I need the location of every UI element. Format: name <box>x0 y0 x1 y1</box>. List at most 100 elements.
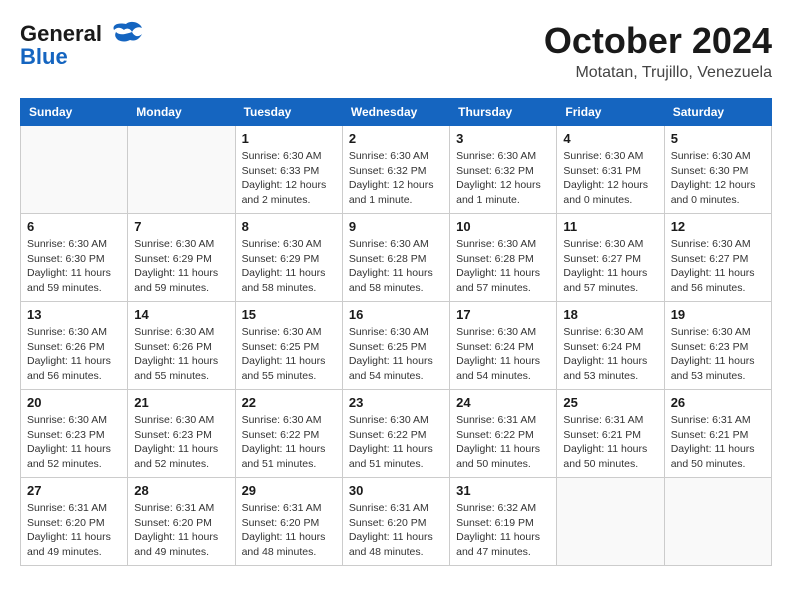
page-header: General Blue October 2024 Motatan, Truji… <box>20 20 772 82</box>
day-number: 3 <box>456 131 550 146</box>
day-info: Sunrise: 6:30 AM Sunset: 6:23 PM Dayligh… <box>27 413 121 472</box>
week-row-4: 20 Sunrise: 6:30 AM Sunset: 6:23 PM Dayli… <box>21 390 772 478</box>
weekday-header-saturday: Saturday <box>664 99 771 126</box>
logo-bird-icon <box>108 20 144 48</box>
calendar-cell: 6 Sunrise: 6:30 AM Sunset: 6:30 PM Daylig… <box>21 214 128 302</box>
day-info: Sunrise: 6:30 AM Sunset: 6:26 PM Dayligh… <box>27 325 121 384</box>
month-title: October 2024 <box>544 20 772 62</box>
weekday-header-tuesday: Tuesday <box>235 99 342 126</box>
calendar-cell: 25 Sunrise: 6:31 AM Sunset: 6:21 PM Dayli… <box>557 390 664 478</box>
calendar-cell: 16 Sunrise: 6:30 AM Sunset: 6:25 PM Dayli… <box>342 302 449 390</box>
day-info: Sunrise: 6:30 AM Sunset: 6:33 PM Dayligh… <box>242 149 336 208</box>
week-row-2: 6 Sunrise: 6:30 AM Sunset: 6:30 PM Daylig… <box>21 214 772 302</box>
day-number: 26 <box>671 395 765 410</box>
week-row-5: 27 Sunrise: 6:31 AM Sunset: 6:20 PM Dayli… <box>21 478 772 566</box>
day-number: 12 <box>671 219 765 234</box>
calendar-cell: 24 Sunrise: 6:31 AM Sunset: 6:22 PM Dayli… <box>450 390 557 478</box>
day-number: 29 <box>242 483 336 498</box>
day-number: 9 <box>349 219 443 234</box>
logo: General Blue <box>20 20 144 70</box>
weekday-header-sunday: Sunday <box>21 99 128 126</box>
calendar-cell: 8Sunrise: 6:30 AM Sunset: 6:29 PM Daylig… <box>235 214 342 302</box>
day-info: Sunrise: 6:31 AM Sunset: 6:20 PM Dayligh… <box>134 501 228 560</box>
calendar-cell: 28 Sunrise: 6:31 AM Sunset: 6:20 PM Dayli… <box>128 478 235 566</box>
calendar-cell: 27 Sunrise: 6:31 AM Sunset: 6:20 PM Dayli… <box>21 478 128 566</box>
day-info: Sunrise: 6:30 AM Sunset: 6:22 PM Dayligh… <box>242 413 336 472</box>
day-number: 1 <box>242 131 336 146</box>
day-info: Sunrise: 6:30 AM Sunset: 6:29 PM Dayligh… <box>242 237 336 296</box>
weekday-header-thursday: Thursday <box>450 99 557 126</box>
weekday-header-row: SundayMondayTuesdayWednesdayThursdayFrid… <box>21 99 772 126</box>
calendar-cell: 22 Sunrise: 6:30 AM Sunset: 6:22 PM Dayli… <box>235 390 342 478</box>
day-info: Sunrise: 6:30 AM Sunset: 6:30 PM Dayligh… <box>27 237 121 296</box>
calendar-table: SundayMondayTuesdayWednesdayThursdayFrid… <box>20 98 772 566</box>
week-row-1: 1 Sunrise: 6:30 AM Sunset: 6:33 PM Daylig… <box>21 126 772 214</box>
day-info: Sunrise: 6:30 AM Sunset: 6:32 PM Dayligh… <box>456 149 550 208</box>
calendar-cell: 15 Sunrise: 6:30 AM Sunset: 6:25 PM Dayli… <box>235 302 342 390</box>
day-info: Sunrise: 6:31 AM Sunset: 6:20 PM Dayligh… <box>349 501 443 560</box>
day-number: 10 <box>456 219 550 234</box>
day-info: Sunrise: 6:30 AM Sunset: 6:26 PM Dayligh… <box>134 325 228 384</box>
day-info: Sunrise: 6:30 AM Sunset: 6:28 PM Dayligh… <box>456 237 550 296</box>
day-number: 27 <box>27 483 121 498</box>
day-number: 4 <box>563 131 657 146</box>
day-number: 14 <box>134 307 228 322</box>
day-number: 31 <box>456 483 550 498</box>
day-number: 19 <box>671 307 765 322</box>
day-info: Sunrise: 6:30 AM Sunset: 6:29 PM Dayligh… <box>134 237 228 296</box>
day-info: Sunrise: 6:30 AM Sunset: 6:28 PM Dayligh… <box>349 237 443 296</box>
day-number: 2 <box>349 131 443 146</box>
day-number: 16 <box>349 307 443 322</box>
day-number: 23 <box>349 395 443 410</box>
day-info: Sunrise: 6:31 AM Sunset: 6:20 PM Dayligh… <box>242 501 336 560</box>
day-info: Sunrise: 6:30 AM Sunset: 6:30 PM Dayligh… <box>671 149 765 208</box>
calendar-cell: 26 Sunrise: 6:31 AM Sunset: 6:21 PM Dayli… <box>664 390 771 478</box>
day-number: 17 <box>456 307 550 322</box>
day-info: Sunrise: 6:30 AM Sunset: 6:25 PM Dayligh… <box>349 325 443 384</box>
day-info: Sunrise: 6:32 AM Sunset: 6:19 PM Dayligh… <box>456 501 550 560</box>
day-info: Sunrise: 6:31 AM Sunset: 6:21 PM Dayligh… <box>563 413 657 472</box>
calendar-cell: 11 Sunrise: 6:30 AM Sunset: 6:27 PM Dayli… <box>557 214 664 302</box>
day-number: 21 <box>134 395 228 410</box>
day-info: Sunrise: 6:30 AM Sunset: 6:24 PM Dayligh… <box>563 325 657 384</box>
day-number: 25 <box>563 395 657 410</box>
day-info: Sunrise: 6:30 AM Sunset: 6:24 PM Dayligh… <box>456 325 550 384</box>
calendar-cell: 9 Sunrise: 6:30 AM Sunset: 6:28 PM Daylig… <box>342 214 449 302</box>
calendar-cell: 12 Sunrise: 6:30 AM Sunset: 6:27 PM Dayli… <box>664 214 771 302</box>
calendar-cell: 14 Sunrise: 6:30 AM Sunset: 6:26 PM Dayli… <box>128 302 235 390</box>
day-number: 11 <box>563 219 657 234</box>
calendar-cell: 3 Sunrise: 6:30 AM Sunset: 6:32 PM Daylig… <box>450 126 557 214</box>
calendar-cell: 30Sunrise: 6:31 AM Sunset: 6:20 PM Dayli… <box>342 478 449 566</box>
calendar-cell: 7Sunrise: 6:30 AM Sunset: 6:29 PM Daylig… <box>128 214 235 302</box>
day-info: Sunrise: 6:30 AM Sunset: 6:22 PM Dayligh… <box>349 413 443 472</box>
day-number: 5 <box>671 131 765 146</box>
day-info: Sunrise: 6:30 AM Sunset: 6:25 PM Dayligh… <box>242 325 336 384</box>
calendar-cell: 23 Sunrise: 6:30 AM Sunset: 6:22 PM Dayli… <box>342 390 449 478</box>
day-number: 24 <box>456 395 550 410</box>
day-info: Sunrise: 6:30 AM Sunset: 6:27 PM Dayligh… <box>671 237 765 296</box>
weekday-header-monday: Monday <box>128 99 235 126</box>
day-info: Sunrise: 6:31 AM Sunset: 6:20 PM Dayligh… <box>27 501 121 560</box>
calendar-cell <box>128 126 235 214</box>
calendar-cell: 10 Sunrise: 6:30 AM Sunset: 6:28 PM Dayli… <box>450 214 557 302</box>
day-info: Sunrise: 6:30 AM Sunset: 6:23 PM Dayligh… <box>134 413 228 472</box>
calendar-cell <box>557 478 664 566</box>
weekday-header-friday: Friday <box>557 99 664 126</box>
logo-text-blue: Blue <box>20 44 68 70</box>
calendar-cell: 5 Sunrise: 6:30 AM Sunset: 6:30 PM Daylig… <box>664 126 771 214</box>
day-info: Sunrise: 6:31 AM Sunset: 6:22 PM Dayligh… <box>456 413 550 472</box>
day-info: Sunrise: 6:30 AM Sunset: 6:27 PM Dayligh… <box>563 237 657 296</box>
day-number: 15 <box>242 307 336 322</box>
day-number: 28 <box>134 483 228 498</box>
calendar-cell: 19Sunrise: 6:30 AM Sunset: 6:23 PM Dayli… <box>664 302 771 390</box>
calendar-cell: 4Sunrise: 6:30 AM Sunset: 6:31 PM Daylig… <box>557 126 664 214</box>
calendar-cell: 21 Sunrise: 6:30 AM Sunset: 6:23 PM Dayli… <box>128 390 235 478</box>
location: Motatan, Trujillo, Venezuela <box>544 64 772 82</box>
day-number: 22 <box>242 395 336 410</box>
calendar-cell <box>664 478 771 566</box>
day-info: Sunrise: 6:31 AM Sunset: 6:21 PM Dayligh… <box>671 413 765 472</box>
day-number: 20 <box>27 395 121 410</box>
calendar-cell: 1 Sunrise: 6:30 AM Sunset: 6:33 PM Daylig… <box>235 126 342 214</box>
calendar-cell: 2Sunrise: 6:30 AM Sunset: 6:32 PM Daylig… <box>342 126 449 214</box>
day-number: 6 <box>27 219 121 234</box>
